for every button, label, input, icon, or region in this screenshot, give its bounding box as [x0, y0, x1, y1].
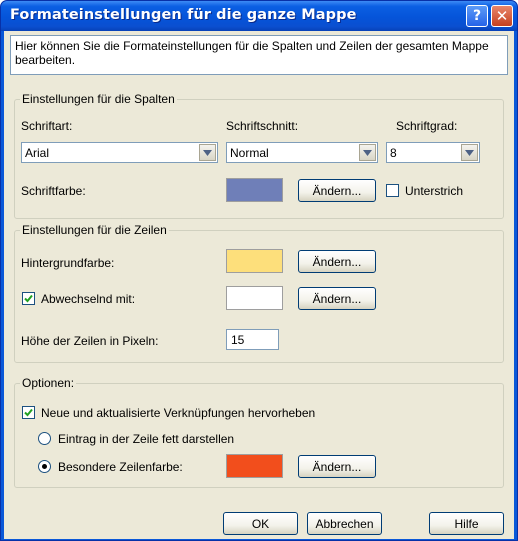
close-button[interactable]: ✕ — [491, 5, 513, 27]
title-bar[interactable]: Formateinstellungen für die ganze Mappe … — [1, 1, 517, 31]
rows-group-legend: Einstellungen für die Zeilen — [20, 223, 169, 237]
font-style-select-value: Normal — [230, 146, 269, 160]
font-size-select-value: 8 — [390, 146, 397, 160]
alternate-color-swatch — [226, 286, 283, 310]
checkmark-icon — [24, 294, 33, 303]
columns-group: Einstellungen für die Spalten Schriftart… — [14, 92, 504, 219]
special-row-color-label: Besondere Zeilenfarbe: — [58, 460, 183, 474]
bold-entry-label: Eintrag in der Zeile fett darstellen — [58, 432, 235, 446]
description-text: Hier können Sie die Formateinstellungen … — [10, 35, 508, 75]
columns-group-legend: Einstellungen für die Spalten — [20, 92, 177, 106]
checkmark-icon — [24, 408, 33, 417]
highlight-links-checkbox[interactable] — [22, 406, 35, 419]
special-row-color-swatch — [226, 454, 283, 478]
dialog-window: Formateinstellungen für die ganze Mappe … — [0, 0, 518, 541]
underline-checkbox[interactable] — [386, 184, 399, 197]
question-icon: ? — [472, 8, 482, 24]
change-alternate-color-button[interactable]: Ändern... — [298, 287, 376, 310]
alternate-label: Abwechselnd mit: — [41, 292, 136, 306]
help-button[interactable]: Hilfe — [429, 512, 504, 535]
chevron-down-icon[interactable] — [461, 144, 478, 161]
font-color-swatch — [226, 178, 283, 202]
background-color-label: Hintergrundfarbe: — [21, 256, 115, 270]
dialog-client-area: Hier können Sie die Formateinstellungen … — [4, 31, 514, 539]
cancel-button[interactable]: Abbrechen — [307, 512, 382, 535]
row-height-input[interactable]: 15 — [226, 329, 279, 350]
background-color-swatch — [226, 249, 283, 273]
change-font-color-button[interactable]: Ändern... — [298, 179, 376, 202]
highlight-links-label: Neue und aktualisierte Verknüpfungen her… — [41, 406, 316, 420]
rows-group: Einstellungen für die Zeilen Hintergrund… — [14, 223, 504, 363]
dialog-title: Formateinstellungen für die ganze Mappe — [10, 7, 357, 23]
change-special-color-button[interactable]: Ändern... — [298, 455, 376, 478]
font-label: Schriftart: — [21, 119, 73, 133]
font-select[interactable]: Arial — [21, 142, 218, 163]
underline-label: Unterstrich — [405, 184, 464, 198]
special-row-color-radio[interactable] — [38, 460, 51, 473]
bold-entry-radio[interactable] — [38, 432, 51, 445]
chevron-down-icon[interactable] — [199, 144, 216, 161]
row-height-label: Höhe der Zeilen in Pixeln: — [21, 334, 159, 348]
font-select-value: Arial — [25, 146, 50, 160]
font-color-label: Schriftfarbe: — [21, 184, 86, 198]
radio-selected-dot — [42, 464, 47, 469]
close-icon: ✕ — [495, 7, 509, 25]
options-group: Optionen: Neue und aktualisierte Verknüp… — [14, 376, 504, 488]
font-style-label: Schriftschnitt: — [226, 119, 299, 133]
font-size-select[interactable]: 8 — [386, 142, 480, 163]
help-title-button[interactable]: ? — [466, 5, 488, 27]
chevron-down-icon[interactable] — [359, 144, 376, 161]
options-group-legend: Optionen: — [20, 376, 77, 390]
font-style-select[interactable]: Normal — [226, 142, 378, 163]
font-size-label: Schriftgrad: — [396, 119, 458, 133]
change-background-color-button[interactable]: Ändern... — [298, 250, 376, 273]
alternate-checkbox[interactable] — [22, 292, 35, 305]
ok-button[interactable]: OK — [223, 512, 298, 535]
